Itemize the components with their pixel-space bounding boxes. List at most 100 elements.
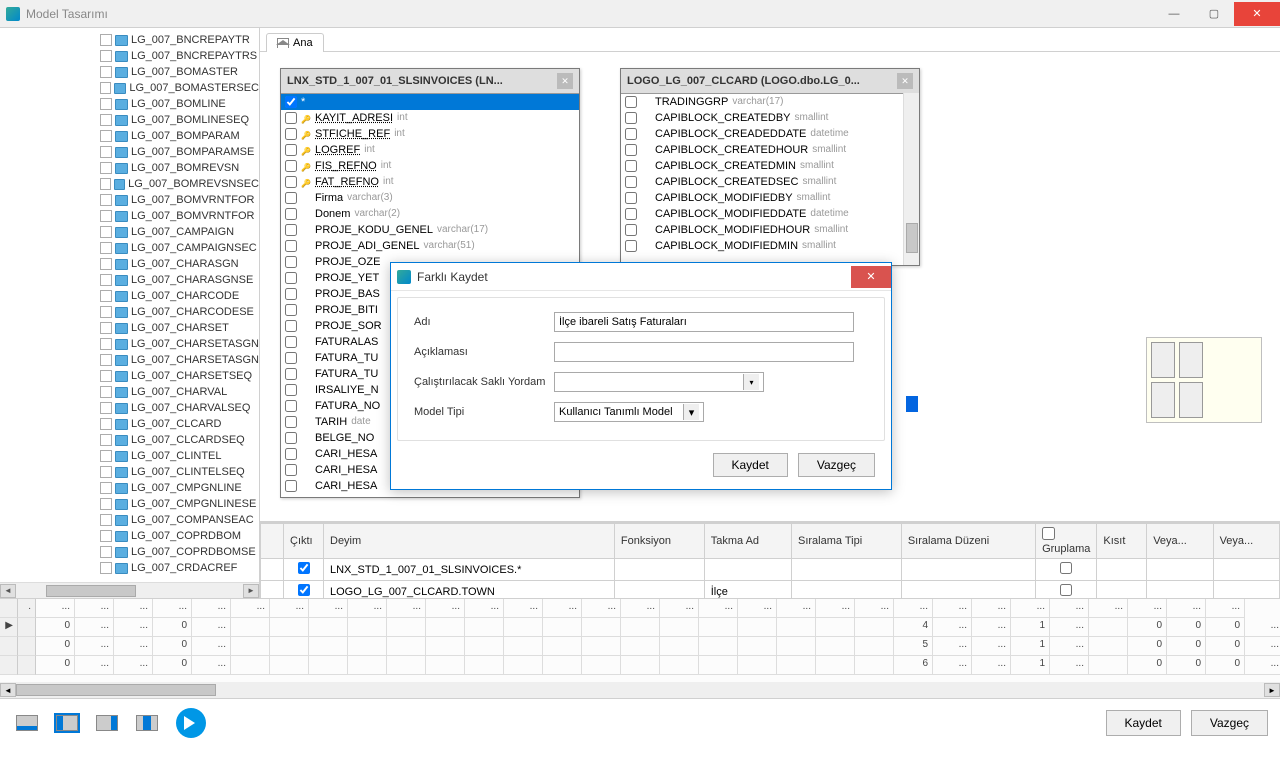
layout-view-1[interactable] — [12, 710, 42, 736]
tree-item[interactable]: LG_007_CLINTELSEQ — [100, 464, 259, 480]
grid-header[interactable]: Fonksiyon — [614, 524, 704, 559]
tree-item[interactable]: LG_007_CRDACREF — [100, 560, 259, 576]
dialog-cancel-button[interactable]: Vazgeç — [798, 453, 875, 477]
tree-item[interactable]: LG_007_CHARSETSEQ — [100, 368, 259, 384]
table-clcard[interactable]: LOGO_LG_007_CLCARD (LOGO.dbo.LG_0... ✕ T… — [620, 68, 920, 266]
field-row[interactable]: Firma varchar(3) — [281, 190, 579, 206]
tree-item[interactable]: LG_007_COPRDBOM — [100, 528, 259, 544]
field-checkbox[interactable] — [625, 192, 637, 204]
field-checkbox[interactable] — [285, 416, 297, 428]
sidebar-hscrollbar[interactable]: ◄ ► — [0, 582, 259, 598]
field-row[interactable]: CAPIBLOCK_CREATEDHOUR smallint — [621, 142, 919, 158]
grid-row[interactable]: LNX_STD_1_007_01_SLSINVOICES.* — [261, 559, 1280, 581]
field-row[interactable]: PROJE_ADI_GENEL varchar(51) — [281, 238, 579, 254]
grid-header[interactable]: Takma Ad — [704, 524, 791, 559]
field-row[interactable]: CAPIBLOCK_CREATEDBY smallint — [621, 110, 919, 126]
field-checkbox[interactable] — [285, 400, 297, 412]
dialog-save-button[interactable]: Kaydet — [713, 453, 788, 477]
cell-veya[interactable] — [1213, 559, 1279, 581]
tree-item[interactable]: LG_007_BOMVRNTFOR — [100, 208, 259, 224]
cell-kisit[interactable] — [1097, 559, 1147, 581]
field-checkbox[interactable] — [625, 128, 637, 140]
preview-row[interactable]: 0......0...6......1...000...... — [0, 656, 1280, 675]
close-button[interactable]: ✕ — [1234, 2, 1280, 26]
field-row[interactable]: PROJE_KODU_GENEL varchar(17) — [281, 222, 579, 238]
minimize-button[interactable]: — — [1154, 2, 1194, 26]
tree-item[interactable]: LG_007_BOMPARAM — [100, 128, 259, 144]
tree-item[interactable]: LG_007_CHARSETASGN — [100, 336, 259, 352]
field-checkbox[interactable] — [285, 256, 297, 268]
field-checkbox[interactable] — [625, 160, 637, 172]
tree-item[interactable]: LG_007_BOMLINE — [100, 96, 259, 112]
field-checkbox[interactable] — [285, 320, 297, 332]
field-checkbox[interactable] — [625, 176, 637, 188]
grid-header[interactable]: Gruplama — [1036, 524, 1097, 559]
tree-item[interactable]: LG_007_CHARASGN — [100, 256, 259, 272]
scroll-right-icon[interactable]: ► — [1264, 683, 1280, 697]
field-row[interactable]: CAPIBLOCK_MODIFIEDHOUR smallint — [621, 222, 919, 238]
field-row[interactable]: TRADINGGRP varchar(17) — [621, 94, 919, 110]
field-checkbox[interactable] — [625, 112, 637, 124]
field-checkbox[interactable] — [285, 176, 297, 188]
field-checkbox[interactable] — [285, 112, 297, 124]
tab-main[interactable]: Ana — [266, 33, 324, 52]
tree-item[interactable]: LG_007_COPRDBOMSE — [100, 544, 259, 560]
field-row[interactable]: CAPIBLOCK_MODIFIEDMIN smallint — [621, 238, 919, 254]
field-checkbox[interactable] — [285, 144, 297, 156]
cell-siralama-tipi[interactable] — [791, 559, 901, 581]
minimap[interactable] — [1146, 337, 1262, 423]
maximize-button[interactable]: ▢ — [1194, 2, 1234, 26]
field-row[interactable]: CAPIBLOCK_CREADEDDATE datetime — [621, 126, 919, 142]
grid-header[interactable]: Sıralama Düzeni — [901, 524, 1035, 559]
tree-item[interactable]: LG_007_CHARASGNSE — [100, 272, 259, 288]
field-checkbox[interactable] — [285, 352, 297, 364]
field-checkbox[interactable] — [285, 464, 297, 476]
cell-takma-ad[interactable] — [704, 559, 791, 581]
tree-item[interactable]: LG_007_CMPGNLINESE — [100, 496, 259, 512]
tree-item[interactable]: LG_007_BOMPARAMSE — [100, 144, 259, 160]
field-checkbox[interactable] — [625, 208, 637, 220]
tree-item[interactable]: LG_007_BNCREPAYTR — [100, 32, 259, 48]
field-checkbox[interactable] — [285, 336, 297, 348]
field-checkbox[interactable] — [285, 288, 297, 300]
scroll-left-icon[interactable]: ◄ — [0, 584, 16, 598]
layout-view-3[interactable] — [92, 710, 122, 736]
field-checkbox[interactable] — [285, 160, 297, 172]
scroll-thumb[interactable] — [46, 585, 136, 597]
field-checkbox[interactable] — [625, 96, 637, 108]
preview-row[interactable]: ▶0......0...4......1...000...... — [0, 618, 1280, 637]
field-checkbox[interactable] — [285, 208, 297, 220]
tree-item[interactable]: LG_007_CLINTEL — [100, 448, 259, 464]
combo-type[interactable]: Kullanıcı Tanımlı Model ▾ — [554, 402, 704, 422]
tree-item[interactable]: LG_007_CHARSET — [100, 320, 259, 336]
tree-item[interactable]: LG_007_CMPGNLINE — [100, 480, 259, 496]
field-row[interactable]: FAT_REFNO int — [281, 174, 579, 190]
cell-deyim[interactable]: LNX_STD_1_007_01_SLSINVOICES.* — [324, 559, 615, 581]
gruplama-checkbox[interactable] — [1060, 562, 1072, 574]
chevron-down-icon[interactable]: ▾ — [743, 374, 759, 390]
field-row[interactable]: STFICHE_REF int — [281, 126, 579, 142]
combo-proc[interactable]: ▾ — [554, 372, 764, 392]
tree-item[interactable]: LG_007_BOMASTERSEC — [100, 80, 259, 96]
tables-tree[interactable]: LG_007_BNCREPAYTRLG_007_BNCREPAYTRSLG_00… — [10, 28, 259, 591]
data-preview-grid[interactable]: ........................................… — [0, 598, 1280, 698]
cell-fonksiyon[interactable] — [614, 559, 704, 581]
cell-siralama-duzeni[interactable] — [901, 559, 1035, 581]
preview-row[interactable]: 0......0...5......1...000...... — [0, 637, 1280, 656]
field-row[interactable]: KAYIT_ADRESI int — [281, 110, 579, 126]
field-checkbox[interactable] — [285, 432, 297, 444]
output-columns-grid[interactable]: ÇıktıDeyimFonksiyonTakma AdSıralama Tipi… — [260, 522, 1280, 598]
scroll-left-icon[interactable]: ◄ — [0, 683, 16, 697]
tree-item[interactable]: LG_007_BOMLINESEQ — [100, 112, 259, 128]
field-row[interactable]: CAPIBLOCK_MODIFIEDBY smallint — [621, 190, 919, 206]
grid-header[interactable]: Veya... — [1213, 524, 1279, 559]
chevron-down-icon[interactable]: ▾ — [683, 404, 699, 420]
dialog-close-button[interactable]: ✕ — [851, 266, 891, 288]
tree-item[interactable]: LG_007_CLCARDSEQ — [100, 432, 259, 448]
tree-item[interactable]: LG_007_BOMVRNTFOR — [100, 192, 259, 208]
tree-item[interactable]: LG_007_BOMREVSNSEC — [100, 176, 259, 192]
field-checkbox[interactable] — [285, 304, 297, 316]
field-row[interactable]: CAPIBLOCK_CREATEDSEC smallint — [621, 174, 919, 190]
field-checkbox[interactable] — [285, 368, 297, 380]
tree-item[interactable]: LG_007_CHARVALSEQ — [100, 400, 259, 416]
